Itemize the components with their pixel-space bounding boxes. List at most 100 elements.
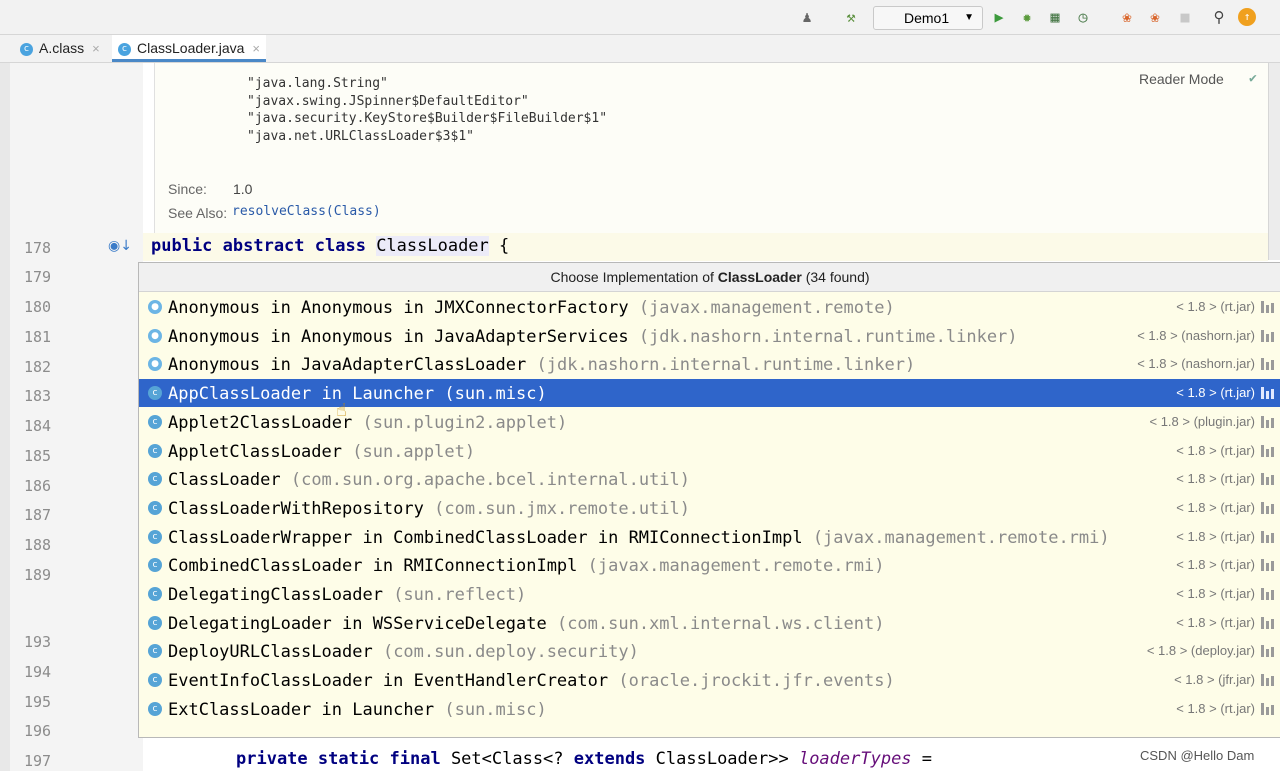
implementation-label: EventInfoClassLoader in EventHandlerCrea… bbox=[168, 671, 895, 691]
keyword: public abstract class bbox=[151, 236, 366, 256]
see-also-link[interactable]: resolveClass(Class) bbox=[232, 204, 381, 219]
popup-title: Choose Implementation of ClassLoader (34… bbox=[139, 263, 1280, 292]
class-name[interactable]: ClassLoader bbox=[376, 236, 489, 256]
library-bars-icon bbox=[1261, 501, 1277, 514]
library-label: < 1.8 > (rt.jar) bbox=[1176, 499, 1255, 515]
search-icon[interactable]: ⚲ bbox=[1210, 8, 1228, 26]
build-hammer-icon[interactable]: ⚒ bbox=[842, 8, 860, 26]
implementation-item[interactable]: c DeployURLClassLoader (com.sun.deploy.se… bbox=[139, 637, 1280, 665]
implementation-item[interactable]: c ClassLoader (com.sun.org.apache.bcel.in… bbox=[139, 465, 1280, 493]
implementation-name: ClassLoaderWrapper in CombinedClassLoade… bbox=[168, 527, 803, 548]
run-configuration-select[interactable]: Demo1 ▼ bbox=[873, 6, 983, 30]
line-number: 179 bbox=[24, 268, 52, 286]
implementation-package: (oracle.jrockit.jfr.events) bbox=[618, 671, 895, 692]
field-name[interactable]: loaderTypes bbox=[799, 749, 912, 769]
implementation-package: (javax.management.remote) bbox=[638, 298, 895, 318]
implementation-item[interactable]: c EventInfoClassLoader in EventHandlerCre… bbox=[139, 666, 1280, 694]
implementation-item[interactable]: c AppletClassLoader (sun.applet) < 1.8 > (… bbox=[139, 437, 1280, 465]
line-number: 180 bbox=[24, 298, 52, 316]
run-icon[interactable]: ▶ bbox=[990, 8, 1008, 26]
profile-icon[interactable]: ◷ bbox=[1074, 8, 1092, 26]
implementation-package: (javax.management.remote.rmi) bbox=[587, 556, 885, 577]
library-label: < 1.8 > (rt.jar) bbox=[1176, 299, 1255, 314]
implementation-package: (sun.applet) bbox=[352, 441, 476, 462]
reader-mode-toggle[interactable]: Reader Mode bbox=[1139, 71, 1224, 87]
implementation-item[interactable]: c ClassLoaderWrapper in CombinedClassLoad… bbox=[139, 523, 1280, 551]
debug-icon[interactable]: ✹ bbox=[1018, 8, 1036, 26]
anonymous-class-icon: ● bbox=[148, 357, 162, 372]
stop-icon[interactable]: ■ bbox=[1176, 8, 1194, 26]
tab-label: ClassLoader.java bbox=[137, 40, 245, 56]
class-declaration-line: public abstract class ClassLoader { bbox=[143, 233, 1268, 261]
library-label: < 1.8 > (rt.jar) bbox=[1176, 586, 1255, 601]
implementation-item[interactable]: ● Anonymous in Anonymous in JMXConnectorF… bbox=[139, 293, 1280, 321]
tab-a-class[interactable]: c A.class × bbox=[20, 35, 100, 62]
update-icon[interactable]: ↑ bbox=[1238, 8, 1256, 26]
implementation-item[interactable]: c CombinedClassLoader in RMIConnectionImp… bbox=[139, 551, 1280, 579]
class-icon: c bbox=[148, 500, 162, 515]
doc-code-line: "javax.swing.JSpinner$DefaultEditor" bbox=[247, 94, 529, 109]
brace: { bbox=[488, 236, 510, 256]
implementation-name: Anonymous in Anonymous in JMXConnectorFa… bbox=[168, 298, 629, 318]
library-bars-icon bbox=[1261, 645, 1277, 658]
implementation-item[interactable]: c ExtClassLoader in Launcher (sun.misc) < … bbox=[139, 695, 1280, 723]
code-line-197: private static final Set<Class<? extends… bbox=[236, 749, 932, 769]
library-label: < 1.8 > (deploy.jar) bbox=[1146, 643, 1255, 659]
implementation-label: ClassLoaderWithRepository (com.sun.jmx.r… bbox=[168, 499, 690, 519]
implementation-name: AppClassLoader in Launcher bbox=[168, 384, 435, 405]
tab-classloader-java[interactable]: c ClassLoader.java × bbox=[112, 35, 266, 62]
library-label: < 1.8 > (nashorn.jar) bbox=[1137, 327, 1255, 343]
implementation-item[interactable]: c Applet2ClassLoader (sun.plugin2.applet)… bbox=[139, 408, 1280, 436]
implementation-item[interactable]: c ClassLoaderWithRepository (com.sun.jmx.… bbox=[139, 494, 1280, 522]
implementation-item[interactable]: ● Anonymous in Anonymous in JavaAdapterSe… bbox=[139, 322, 1280, 350]
class-icon: c bbox=[118, 42, 131, 56]
line-number: 185 bbox=[24, 447, 52, 465]
line-number: 189 bbox=[24, 566, 52, 584]
implementation-package: (javax.management.remote.rmi) bbox=[812, 527, 1110, 548]
implementation-name: DelegatingLoader in WSServiceDelegate bbox=[168, 613, 547, 634]
gradle-icon[interactable]: ❀ bbox=[1118, 8, 1136, 26]
line-number: 194 bbox=[24, 663, 52, 681]
library-bars-icon bbox=[1261, 702, 1277, 715]
line-number: 187 bbox=[24, 506, 52, 524]
line-number: 188 bbox=[24, 536, 52, 554]
line-number-gutter: 178 179 180 181 182 183 184 185 186 187 … bbox=[0, 63, 143, 771]
class-icon: c bbox=[148, 443, 162, 458]
class-icon: c bbox=[148, 587, 162, 601]
close-icon[interactable]: × bbox=[252, 41, 260, 56]
library-bars-icon bbox=[1261, 301, 1277, 313]
library-label: < 1.8 > (rt.jar) bbox=[1176, 471, 1255, 487]
popup-title-prefix: Choose Implementation of bbox=[550, 269, 718, 285]
class-icon: c bbox=[148, 529, 162, 544]
implementation-item[interactable]: c DelegatingClassLoader (sun.reflect) < 1.… bbox=[139, 580, 1280, 608]
line-number: 184 bbox=[24, 417, 52, 435]
class-icon: c bbox=[148, 558, 162, 573]
library-label: < 1.8 > (nashorn.jar) bbox=[1137, 356, 1255, 372]
implementation-package: (sun.misc) bbox=[444, 699, 547, 720]
right-tool-strip bbox=[1268, 63, 1280, 260]
library-bars-icon bbox=[1261, 387, 1277, 400]
coverage-icon[interactable]: ▦ bbox=[1046, 8, 1064, 26]
mouse-cursor-icon: ☝ bbox=[336, 400, 347, 421]
class-icon: c bbox=[148, 615, 162, 630]
implementation-label: DelegatingLoader in WSServiceDelegate (c… bbox=[168, 614, 884, 634]
keyword: extends bbox=[573, 749, 646, 769]
implementation-package: (com.sun.xml.internal.ws.client) bbox=[556, 613, 885, 634]
gradle-icon[interactable]: ❀ bbox=[1146, 8, 1164, 26]
implementation-label: Anonymous in Anonymous in JavaAdapterSer… bbox=[168, 327, 1018, 347]
user-icon[interactable]: ♟ bbox=[798, 8, 816, 26]
implementation-package: (jdk.nashorn.internal.runtime.linker) bbox=[638, 326, 1018, 347]
line-number: 197 bbox=[24, 752, 52, 770]
main-toolbar: ♟ ⚒ Demo1 ▼ ▶ ✹ ▦ ◷ ❀ ❀ ■ ⚲ ↑ bbox=[0, 0, 1280, 35]
implementation-package: (com.sun.org.apache.bcel.internal.util) bbox=[290, 470, 691, 491]
implementation-item[interactable]: c DelegatingLoader in WSServiceDelegate (… bbox=[139, 609, 1280, 637]
run-configuration-label: Demo1 bbox=[904, 10, 950, 26]
implementation-item[interactable]: c AppClassLoader in Launcher (sun.misc) < … bbox=[139, 379, 1280, 408]
close-icon[interactable]: × bbox=[92, 41, 100, 56]
library-label: < 1.8 > (plugin.jar) bbox=[1149, 413, 1255, 429]
implementation-name: CombinedClassLoader in RMIConnectionImpl bbox=[168, 556, 578, 577]
implementation-name: ClassLoaderWithRepository bbox=[168, 498, 424, 519]
implementation-item[interactable]: ● Anonymous in JavaAdapterClassLoader (jd… bbox=[139, 350, 1280, 378]
implementations-gutter-icon[interactable]: ◉↓ bbox=[108, 238, 132, 254]
doc-code-line: "java.net.URLClassLoader$3$1" bbox=[247, 129, 474, 144]
